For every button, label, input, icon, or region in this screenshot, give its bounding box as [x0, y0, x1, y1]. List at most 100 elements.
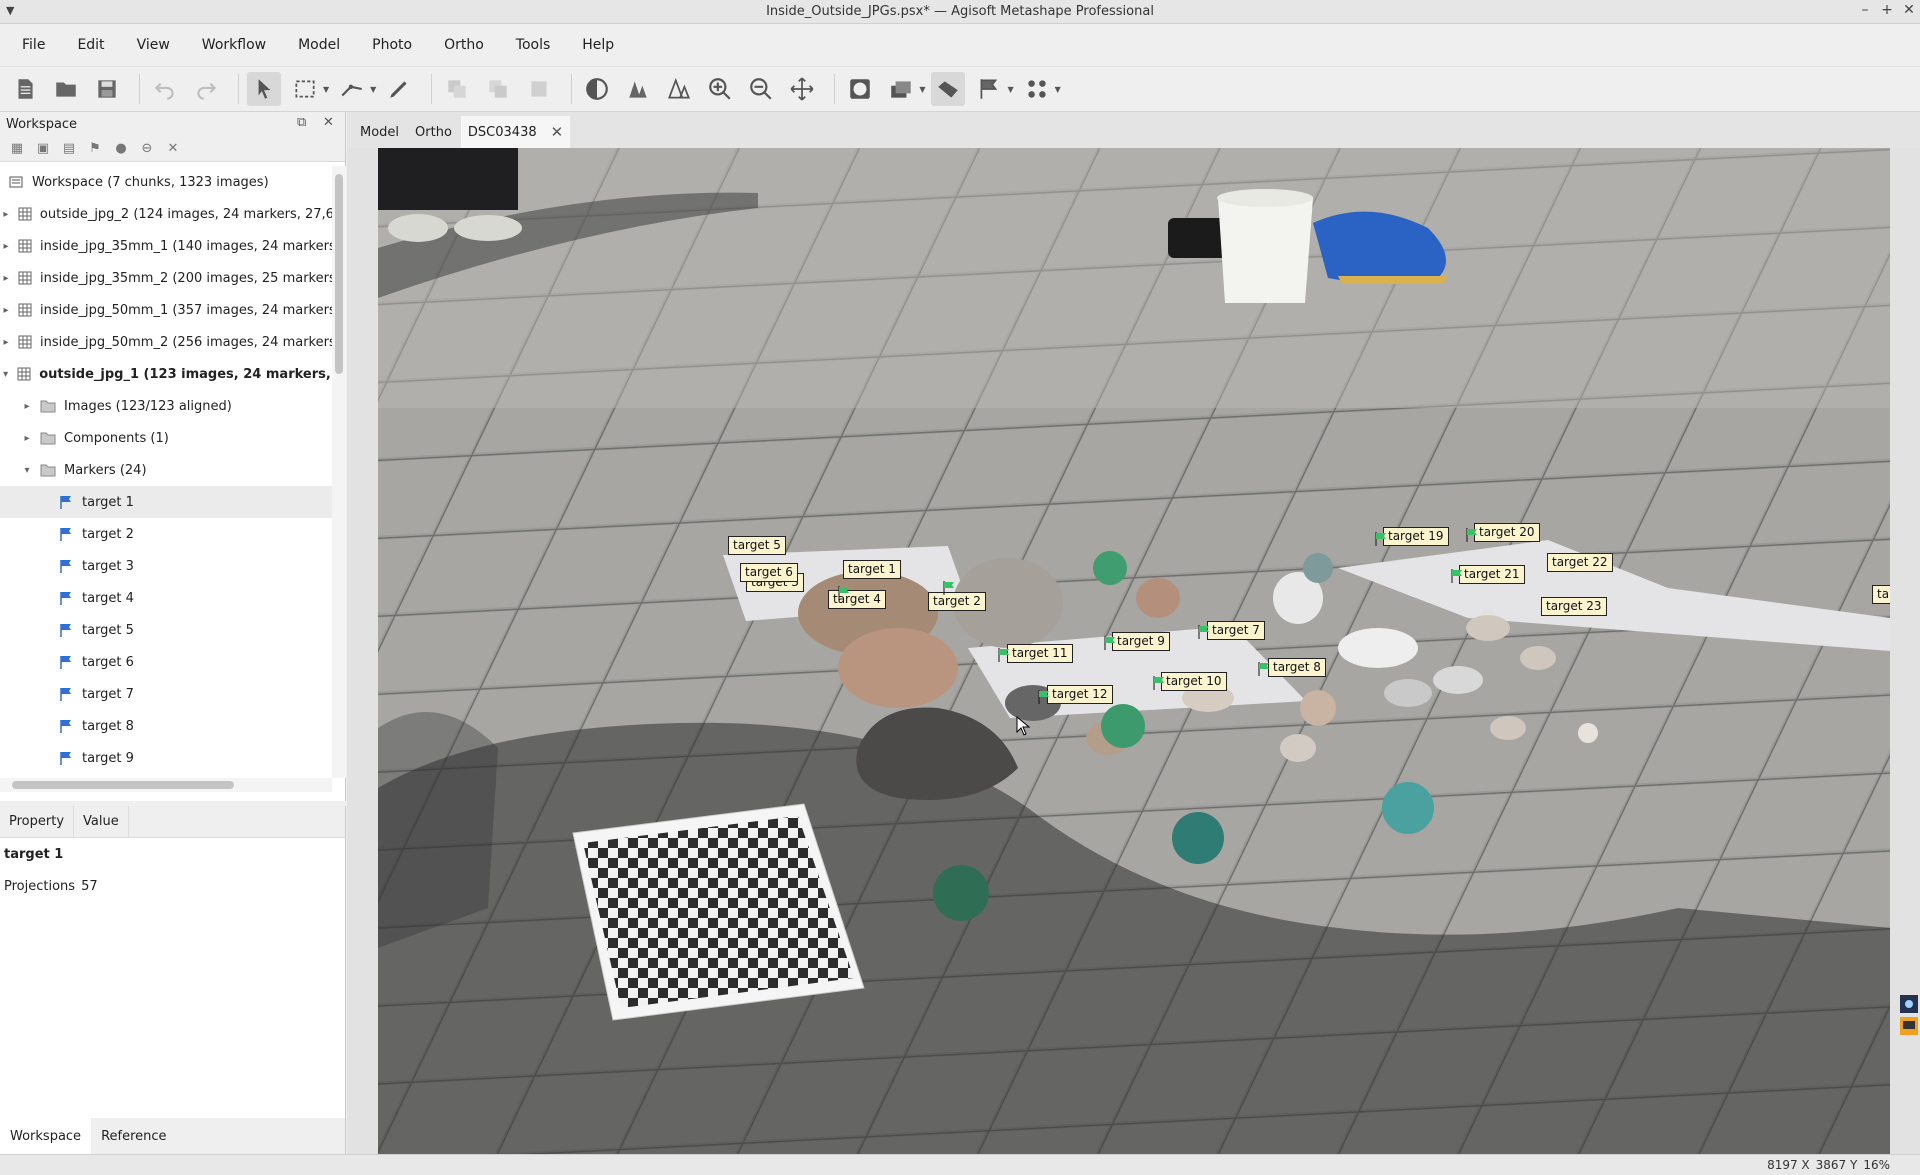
photo-marker-label[interactable]: target 23 — [1541, 597, 1607, 616]
photo-marker-label[interactable]: target 9 — [1112, 632, 1170, 651]
tree-item-marker[interactable]: target 7 — [0, 678, 332, 710]
redo-icon[interactable] — [189, 72, 223, 106]
maximize-icon[interactable]: + — [1877, 2, 1897, 18]
remove-icon[interactable]: ✕ — [162, 138, 184, 160]
photo-marker-label[interactable]: target 22 — [1547, 553, 1613, 572]
close-tab-icon[interactable]: ✕ — [551, 123, 564, 141]
expand-arrow-icon[interactable]: ▸ — [0, 305, 12, 316]
texture-icon[interactable] — [884, 72, 918, 106]
tree-item-images[interactable]: ▸ Images (123/123 aligned) — [0, 390, 332, 422]
tree-item-marker[interactable]: target 3 — [0, 550, 332, 582]
expand-arrow-icon[interactable]: ▸ — [0, 209, 12, 220]
grid-icon[interactable] — [1020, 72, 1054, 106]
tree-vertical-scrollbar[interactable] — [332, 166, 346, 778]
tree-horizontal-scrollbar[interactable] — [0, 778, 332, 792]
tree-item-chunk[interactable]: ▸ outside_jpg_2 (124 images, 24 markers,… — [0, 198, 332, 230]
chevron-down-icon[interactable]: ▼ — [919, 85, 925, 94]
copy-icon[interactable] — [440, 72, 474, 106]
flag-icon[interactable] — [972, 72, 1006, 106]
contrast-icon[interactable] — [580, 72, 614, 106]
new-document-icon[interactable] — [8, 72, 42, 106]
menu-photo[interactable]: Photo — [360, 33, 424, 57]
tree-item-chunk[interactable]: ▸ inside_jpg_50mm_1 (357 images, 24 mark… — [0, 294, 332, 326]
tree-item-workspace[interactable]: Workspace (7 chunks, 1323 images) — [0, 166, 332, 198]
model-view-icon[interactable] — [662, 72, 696, 106]
dense-cloud-icon[interactable] — [621, 72, 655, 106]
tree-item-marker[interactable]: target 5 — [0, 614, 332, 646]
photo-marker-label[interactable]: target 6 — [740, 563, 798, 582]
photo-marker-label[interactable]: target 4 — [828, 590, 886, 609]
crop-icon[interactable] — [522, 72, 556, 106]
chevron-down-icon[interactable]: ▼ — [323, 85, 329, 94]
expand-arrow-icon[interactable]: ▸ — [0, 337, 12, 348]
scrollbar-thumb[interactable] — [335, 174, 343, 374]
photo-marker-label[interactable]: target 24 — [1872, 585, 1890, 604]
menu-help[interactable]: Help — [570, 33, 626, 57]
undock-icon[interactable]: ⧉ — [297, 115, 306, 130]
tree-item-marker[interactable]: target 4 — [0, 582, 332, 614]
expand-arrow-icon[interactable]: ▸ — [0, 241, 12, 252]
disable-icon[interactable]: ⊖ — [136, 138, 158, 160]
tab-photo[interactable]: DSC03438 ✕ — [460, 116, 571, 148]
zoom-out-icon[interactable] — [744, 72, 778, 106]
photo-viewport[interactable]: target 1 target 2 target 3 target 4 targ… — [378, 148, 1890, 1154]
expand-arrow-icon[interactable]: ▸ — [20, 401, 34, 412]
add-photos-icon[interactable]: ▣ — [32, 138, 54, 160]
network-icon[interactable] — [1900, 995, 1918, 1013]
rectangle-selection-icon[interactable] — [288, 72, 322, 106]
tab-ortho[interactable]: Ortho — [408, 116, 459, 148]
expand-arrow-icon[interactable]: ▸ — [0, 273, 12, 284]
tab-reference[interactable]: Reference — [91, 1118, 176, 1154]
add-marker-icon[interactable]: ⚑ — [84, 138, 106, 160]
menu-edit[interactable]: Edit — [65, 33, 116, 57]
photo-marker-label[interactable]: target 21 — [1459, 565, 1525, 584]
close-panel-icon[interactable]: ✕ — [323, 115, 334, 130]
tree-item-markers[interactable]: ▾ Markers (24) — [0, 454, 332, 486]
add-chunk-icon[interactable]: ▦ — [6, 138, 28, 160]
tree-item-marker[interactable]: target 9 — [0, 742, 332, 774]
ruler-tool-icon[interactable] — [335, 72, 369, 106]
zoom-in-icon[interactable] — [703, 72, 737, 106]
photo-marker-label[interactable]: target 8 — [1268, 658, 1326, 677]
navigation-arrow-icon[interactable] — [247, 72, 281, 106]
photo-marker-label[interactable]: target 20 — [1474, 523, 1540, 542]
photo-marker-label[interactable]: target 1 — [843, 560, 901, 579]
photo-marker-label[interactable]: target 5 — [728, 536, 786, 555]
shaded-icon[interactable] — [931, 72, 966, 106]
tree-item-marker[interactable]: target 1 — [0, 486, 332, 518]
undo-icon[interactable] — [148, 72, 182, 106]
chevron-down-icon[interactable]: ▼ — [370, 85, 376, 94]
menu-view[interactable]: View — [125, 33, 182, 57]
photo-marker-label[interactable]: target 11 — [1007, 644, 1073, 663]
scrollbar-thumb[interactable] — [12, 781, 234, 789]
tree-item-active-chunk[interactable]: ▾ outside_jpg_1 (123 images, 24 markers,… — [0, 358, 332, 390]
tree-item-chunk[interactable]: ▸ inside_jpg_50mm_2 (256 images, 24 mark… — [0, 326, 332, 358]
menu-model[interactable]: Model — [286, 33, 352, 57]
photo-marker-label[interactable]: target 7 — [1207, 621, 1265, 640]
value-column-header[interactable]: Value — [74, 805, 129, 838]
system-menu-icon[interactable]: ▼ — [6, 4, 14, 17]
close-window-icon[interactable]: ✕ — [1899, 2, 1919, 18]
minimize-icon[interactable]: – — [1855, 2, 1875, 18]
paste-icon[interactable] — [481, 72, 515, 106]
mask-icon[interactable] — [843, 72, 877, 106]
collapse-arrow-icon[interactable]: ▾ — [20, 465, 34, 476]
collapse-arrow-icon[interactable]: ▾ — [0, 369, 11, 380]
photo-marker-label[interactable]: target 19 — [1383, 527, 1449, 546]
menu-tools[interactable]: Tools — [504, 33, 563, 57]
menu-ortho[interactable]: Ortho — [432, 33, 496, 57]
photo-marker-label[interactable]: target 2 — [928, 592, 986, 611]
tab-workspace[interactable]: Workspace — [0, 1118, 92, 1154]
tree-item-chunk[interactable]: ▸ inside_jpg_35mm_1 (140 images, 24 mark… — [0, 230, 332, 262]
tab-model[interactable]: Model — [353, 116, 406, 148]
property-column-header[interactable]: Property — [0, 805, 75, 838]
console-icon[interactable] — [1900, 1017, 1918, 1035]
add-folder-icon[interactable]: ▤ — [58, 138, 80, 160]
save-icon[interactable] — [90, 72, 124, 106]
photo-marker-label[interactable]: target 10 — [1161, 672, 1227, 691]
expand-arrow-icon[interactable]: ▸ — [20, 433, 34, 444]
draw-tool-icon[interactable] — [382, 72, 416, 106]
tree-item-chunk[interactable]: ▸ inside_jpg_35mm_2 (200 images, 25 mark… — [0, 262, 332, 294]
chevron-down-icon[interactable]: ▼ — [1055, 85, 1061, 94]
chevron-down-icon[interactable]: ▼ — [1007, 85, 1013, 94]
